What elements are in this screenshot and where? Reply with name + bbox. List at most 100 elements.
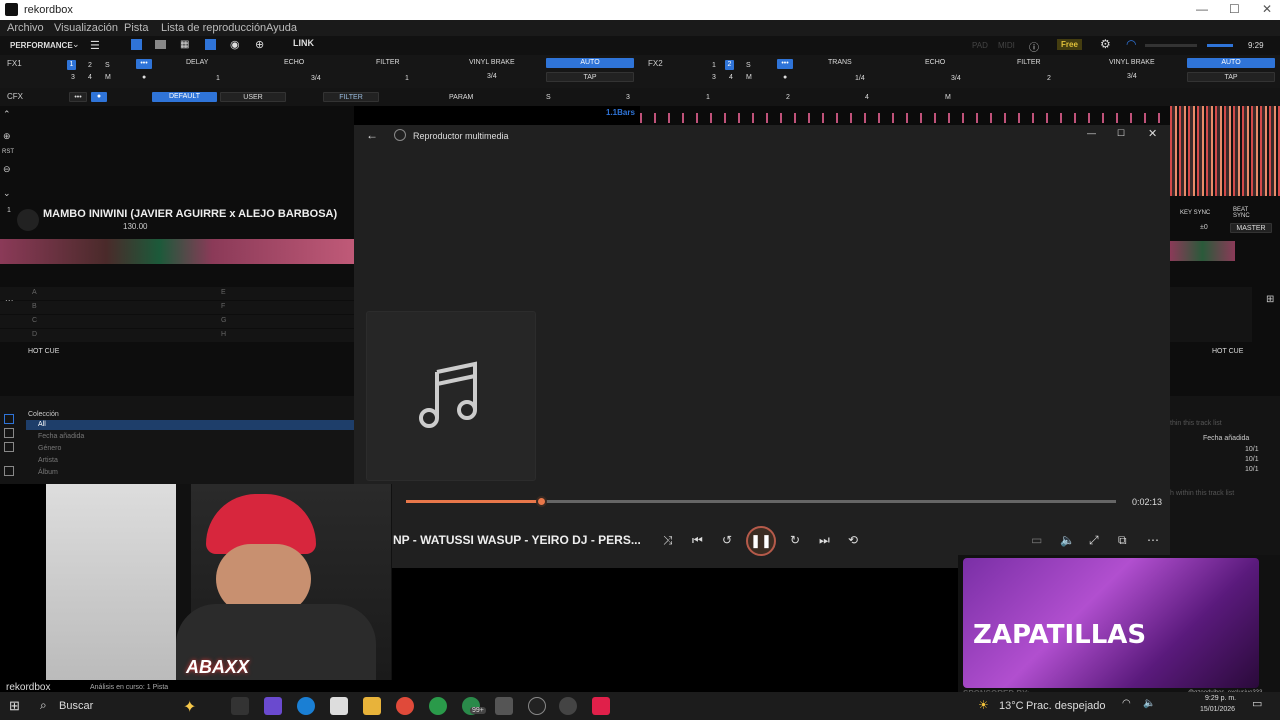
fx2-ch2[interactable]: 2 <box>725 60 734 70</box>
menu-visualizacion[interactable]: Visualización <box>54 22 118 34</box>
chrome-icon[interactable] <box>396 697 414 715</box>
menu-pista[interactable]: Pista <box>124 22 148 34</box>
master-button[interactable]: MASTER <box>1230 223 1272 233</box>
menu-ayuda[interactable]: Ayuda <box>266 22 297 34</box>
shuffle-icon[interactable]: ⤨ <box>663 533 673 548</box>
fx1-slot3[interactable]: FILTER <box>376 59 400 66</box>
menu-icon[interactable]: ☰ <box>90 39 100 52</box>
fx1-ch-s[interactable]: S <box>105 62 110 69</box>
pause-button[interactable]: ❚❚ <box>746 526 776 556</box>
cfx-dot-button[interactable]: ● <box>91 92 107 102</box>
forward-30-icon[interactable]: ↻ <box>790 533 800 547</box>
mixer-icon[interactable] <box>205 39 216 50</box>
grid-view-icon[interactable] <box>4 442 14 452</box>
progress-handle[interactable] <box>535 496 547 507</box>
tree-item-date[interactable]: Fecha añadida <box>38 433 84 440</box>
previous-icon[interactable]: ⏮ <box>692 533 703 548</box>
deck2-pads[interactable] <box>1170 287 1252 342</box>
fx1-slot2[interactable]: ECHO <box>284 59 304 66</box>
deck-waveform[interactable] <box>0 239 354 264</box>
more-options-icon[interactable]: ⋯ <box>1147 533 1159 547</box>
hotcue-row[interactable]: DH <box>0 329 354 342</box>
back-arrow-icon[interactable]: ← <box>366 128 378 142</box>
fx2-slot2[interactable]: ECHO <box>925 59 945 66</box>
cfx-more-button[interactable]: ••• <box>69 92 87 102</box>
rst-button[interactable]: RST <box>2 149 14 155</box>
miniplayer-icon[interactable]: ⧉ <box>1118 533 1127 548</box>
fx1-brake[interactable]: VINYL BRAKE <box>469 59 515 66</box>
fx2-ch-s[interactable]: S <box>746 62 751 69</box>
cfx-user-button[interactable]: USER <box>220 92 286 102</box>
cfx-filter-button[interactable]: FILTER <box>323 92 379 102</box>
fx2-ch1[interactable]: 1 <box>712 62 716 69</box>
store-icon[interactable] <box>330 697 348 715</box>
next-icon[interactable]: ⏭ <box>819 533 830 548</box>
cfx-default-button[interactable]: DEFAULT <box>152 92 217 102</box>
layout-icon[interactable] <box>131 39 142 50</box>
collection-label[interactable]: Colección <box>28 411 59 418</box>
volume-slider[interactable] <box>1145 44 1197 47</box>
taskbar-search[interactable]: Buscar <box>59 700 93 712</box>
fx1-ch1[interactable]: 1 <box>67 60 76 70</box>
beat-sync-button[interactable]: BEAT SYNC <box>1233 207 1253 219</box>
rekordbox-taskbar-icon[interactable] <box>528 697 546 715</box>
fx1-auto-button[interactable]: AUTO <box>546 58 634 68</box>
key-sync-button[interactable]: KEY SYNC <box>1180 210 1210 216</box>
tree-item-genre[interactable]: Género <box>38 445 61 452</box>
fx1-ch3[interactable]: 3 <box>71 74 75 81</box>
volume-icon[interactable]: 🔈 <box>1060 533 1075 547</box>
app-icon[interactable] <box>495 697 513 715</box>
sync-icon[interactable] <box>4 466 14 476</box>
edge-icon[interactable] <box>297 697 315 715</box>
windows-icon[interactable]: ⊞ <box>9 698 20 714</box>
link-button[interactable]: LINK <box>293 38 314 48</box>
zoom-in-icon[interactable]: ⊕ <box>3 131 11 142</box>
weather-icon[interactable]: ☀ <box>978 698 989 712</box>
fullscreen-icon[interactable]: ⤢ <box>1089 533 1099 548</box>
hotcue-dropdown[interactable]: HOT CUE <box>1212 348 1243 355</box>
fx2-tap-button[interactable]: TAP <box>1187 72 1275 82</box>
search-field-2[interactable]: h within this track list <box>1170 490 1234 497</box>
minimize-button[interactable]: — <box>1196 2 1208 16</box>
fx2-ch-m[interactable]: M <box>746 74 752 81</box>
pad-grid-icon[interactable]: ⊞ <box>1266 294 1274 305</box>
subtitles-icon[interactable]: ▭ <box>1031 533 1042 547</box>
cfx-knob-1[interactable]: 1 <box>706 94 710 101</box>
fx1-ch2[interactable]: 2 <box>88 62 92 69</box>
column-date[interactable]: Fecha añadida <box>1203 435 1249 442</box>
fx2-auto-button[interactable]: AUTO <box>1187 58 1275 68</box>
free-badge[interactable]: Free <box>1057 39 1082 50</box>
deck2-waveform[interactable] <box>1170 106 1280 196</box>
grid-icon[interactable]: ▦ <box>180 39 189 50</box>
cfx-knob-4[interactable]: 4 <box>865 94 869 101</box>
cfx-knob-m[interactable]: M <box>945 94 951 101</box>
fx2-slot1[interactable]: TRANS <box>828 59 852 66</box>
copilot-icon[interactable] <box>264 697 282 715</box>
collapse-icon[interactable]: ⌃ <box>3 109 11 120</box>
progress-track[interactable] <box>406 496 1116 507</box>
taskview-icon[interactable] <box>231 697 249 715</box>
cfx-knob-2[interactable]: 2 <box>786 94 790 101</box>
tree-item-artist[interactable]: Artista <box>38 457 58 464</box>
tree-item-album[interactable]: Álbum <box>38 469 58 476</box>
wifi-icon[interactable]: ◠ <box>1122 698 1131 709</box>
player-maximize-button[interactable]: ☐ <box>1117 128 1125 139</box>
rewind-10-icon[interactable]: ↺ <box>722 533 732 547</box>
copilot-sparkle-icon[interactable]: ✦ <box>183 697 196 717</box>
fx1-ch-m[interactable]: M <box>105 74 111 81</box>
hotcue-row[interactable]: AE <box>0 287 354 300</box>
cfx-knob-s[interactable]: S <box>546 94 551 101</box>
info-icon[interactable]: ⓘ <box>1029 39 1039 54</box>
notification-icon[interactable]: ▭ <box>1252 697 1262 710</box>
hotcue-dropdown[interactable]: HOT CUE <box>28 348 59 355</box>
gear-icon[interactable]: ⚙ <box>1100 37 1111 51</box>
playlist-icon[interactable] <box>4 414 14 424</box>
speaker-icon[interactable]: 🔈 <box>1143 698 1155 709</box>
hotcue-row[interactable]: BF <box>0 301 354 314</box>
menu-lista[interactable]: Lista de reproducción <box>161 22 266 34</box>
fx2-ch4[interactable]: 4 <box>729 74 733 81</box>
repeat-icon[interactable]: ⟲ <box>848 533 858 547</box>
fx2-slot3[interactable]: FILTER <box>1017 59 1041 66</box>
hotcue-row[interactable]: CG <box>0 315 354 328</box>
zoom-out-icon[interactable]: ⊖ <box>3 164 11 175</box>
